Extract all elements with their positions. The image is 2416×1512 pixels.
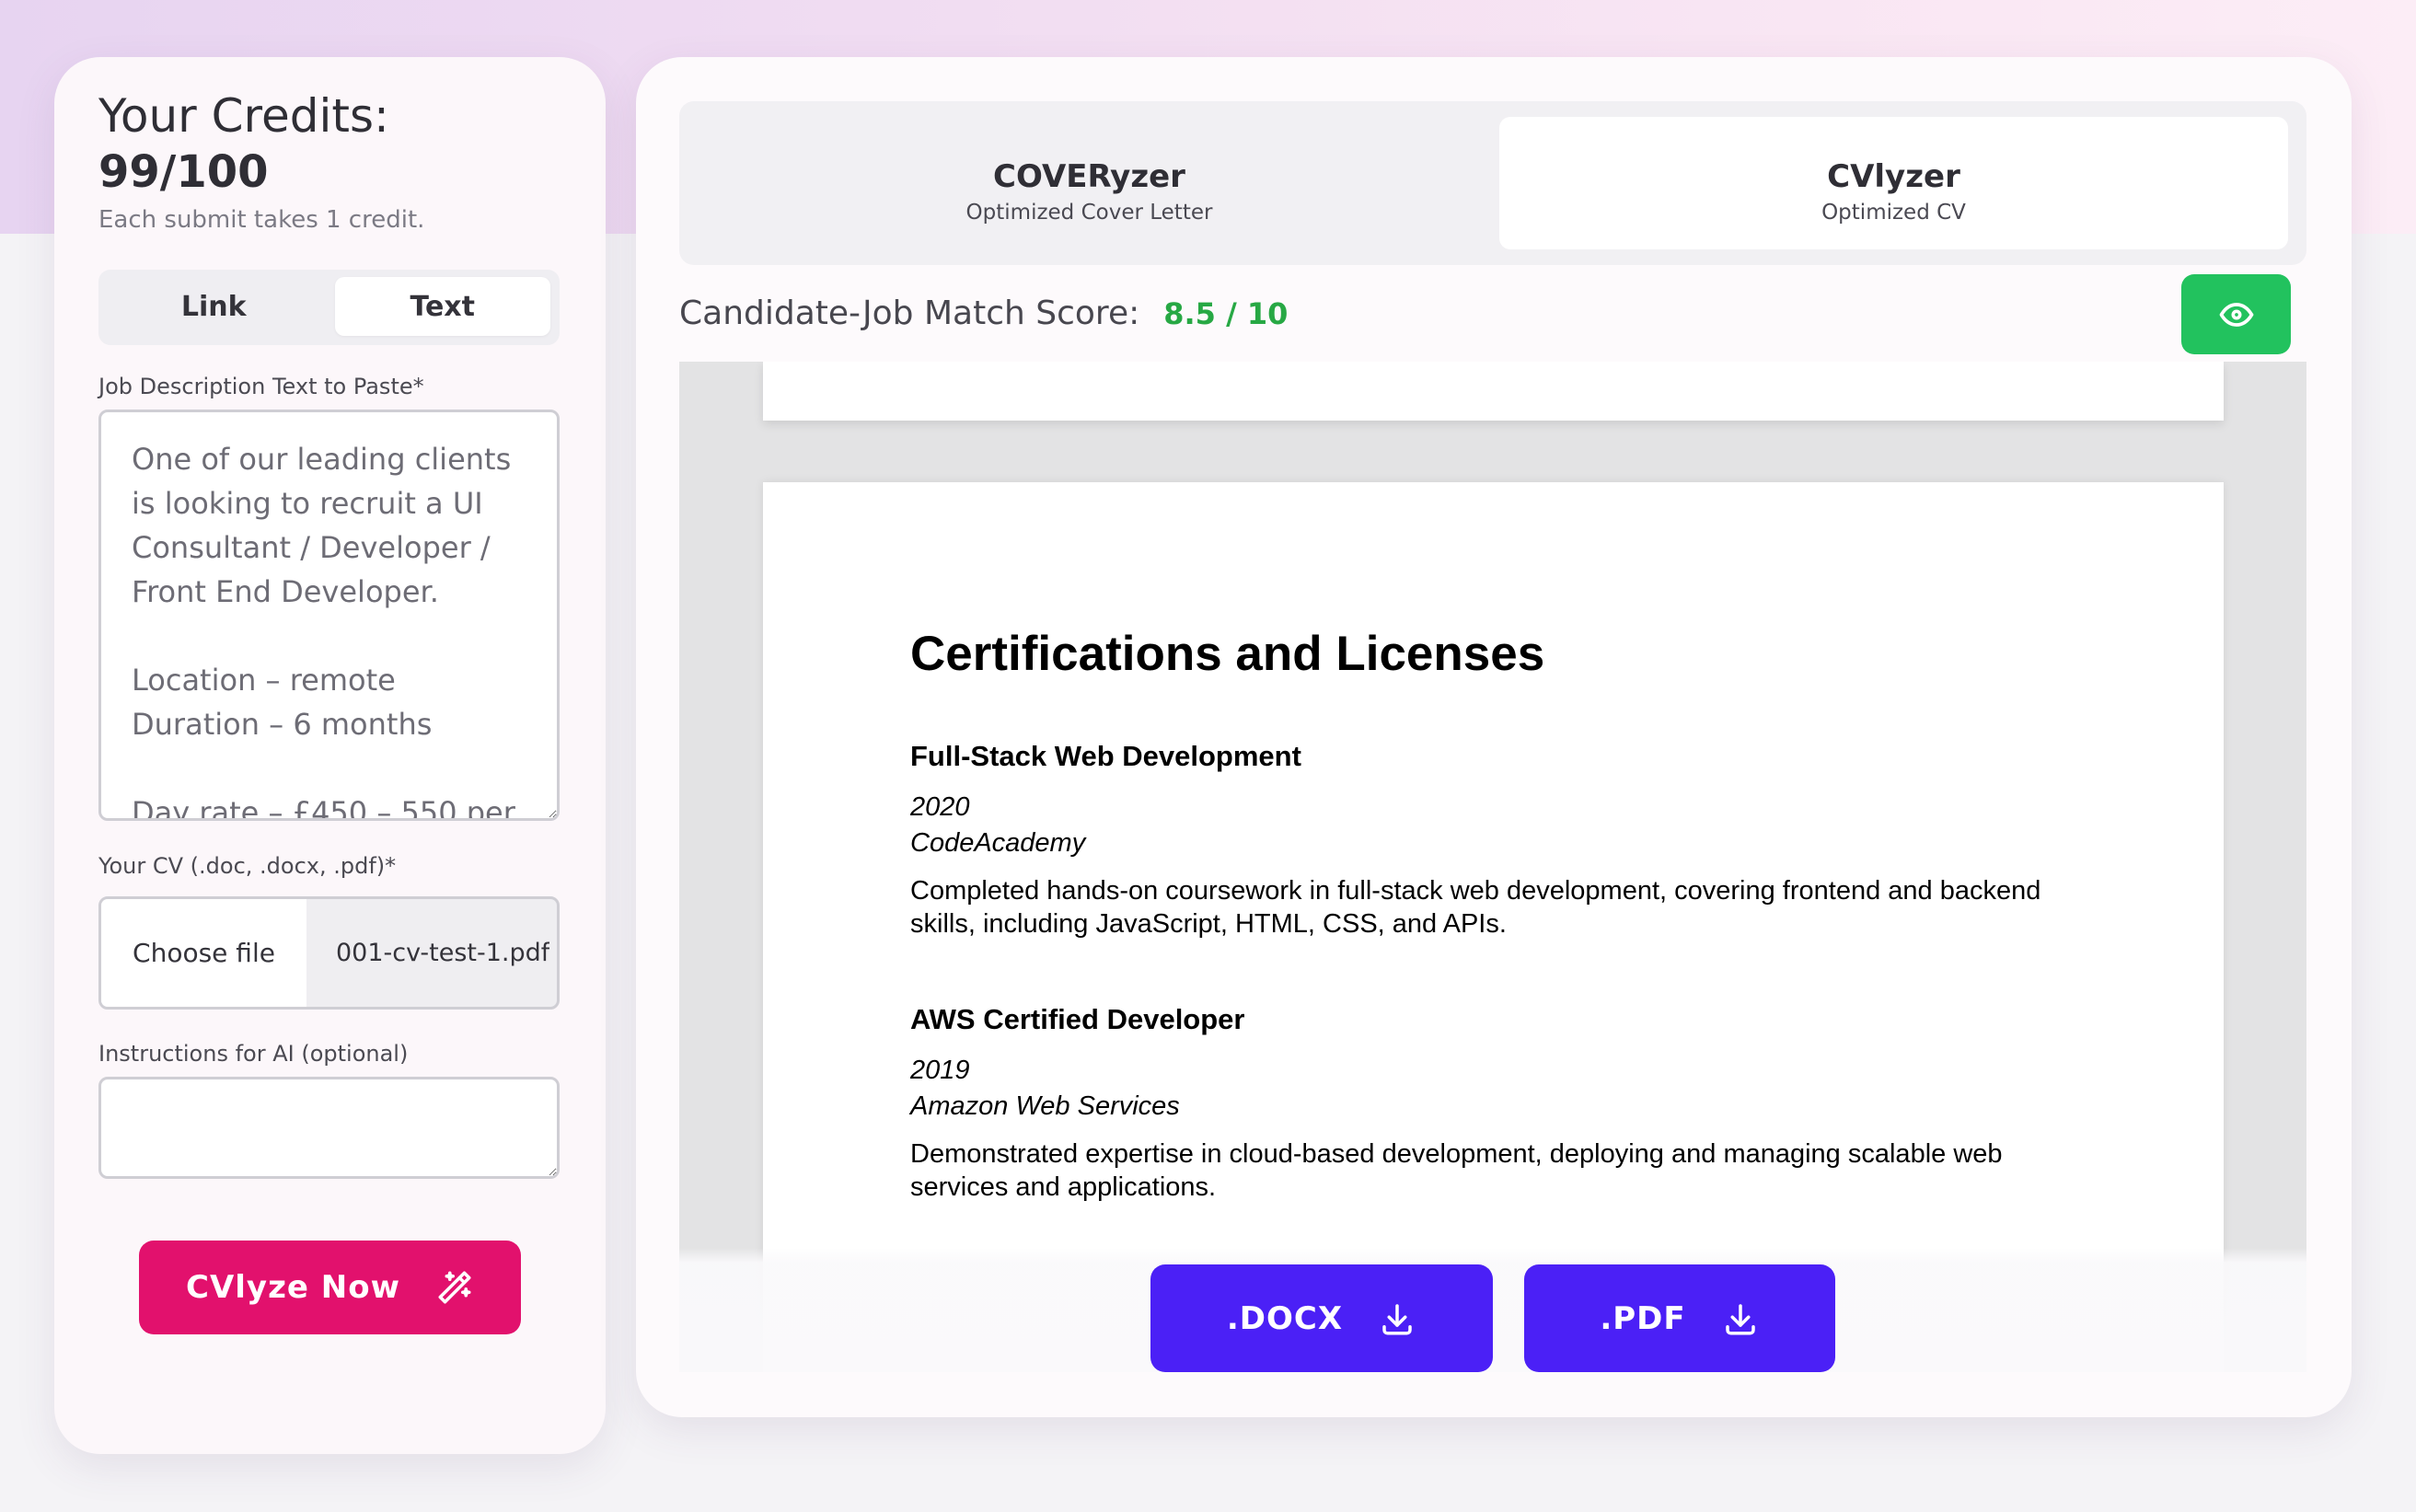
input-mode-toggle: Link Text	[98, 270, 560, 345]
section-heading: Certifications and Licenses	[910, 627, 1545, 681]
tab-cvlyzer-title: CVlyzer	[1827, 158, 1960, 195]
preview-toggle-button[interactable]	[2181, 274, 2291, 354]
cvlyze-now-label: CVlyze Now	[186, 1269, 400, 1306]
submission-panel: Your Credits: 99/100 Each submit takes 1…	[54, 57, 606, 1454]
tab-coveryzer-title: COVERyzer	[993, 158, 1185, 195]
magic-wand-icon	[438, 1271, 471, 1304]
certification-title: AWS Certified Developer	[910, 1003, 1245, 1035]
credits-value: 99/100	[98, 146, 269, 198]
eye-icon	[2219, 302, 2253, 327]
download-pdf-button[interactable]: .PDF	[1524, 1264, 1835, 1372]
tab-link[interactable]: Link	[106, 277, 322, 336]
download-bar-backdrop	[679, 1248, 2306, 1372]
product-tabs: COVERyzer Optimized Cover Letter CVlyzer…	[679, 101, 2306, 265]
credits-note: Each submit takes 1 credit.	[98, 206, 425, 234]
tab-coveryzer[interactable]: COVERyzer Optimized Cover Letter	[695, 117, 1484, 249]
results-panel: COVERyzer Optimized Cover Letter CVlyzer…	[636, 57, 2352, 1417]
certification-description: Completed hands-on coursework in full-st…	[910, 876, 2041, 939]
certification-year: 2020	[910, 792, 970, 822]
download-icon	[1725, 1303, 1755, 1334]
match-score-label: Candidate-Job Match Score:	[679, 294, 1140, 332]
cvlyze-now-button[interactable]: CVlyze Now	[139, 1241, 521, 1334]
certification-year: 2019	[910, 1056, 970, 1085]
ai-instructions-input[interactable]	[98, 1077, 560, 1179]
certification-issuer: Amazon Web Services	[910, 1091, 1180, 1121]
certification-issuer: CodeAcademy	[910, 828, 1086, 858]
certification-entry: AWS Certified Developer 2019 Amazon Web …	[910, 1002, 2098, 1204]
match-score-value: 8.5 / 10	[1163, 296, 1289, 331]
download-docx-label: .DOCX	[1226, 1299, 1344, 1337]
certification-description: Demonstrated expertise in cloud-based de…	[910, 1139, 2003, 1202]
certification-title: Full-Stack Web Development	[910, 740, 1301, 772]
download-pdf-label: .PDF	[1600, 1299, 1686, 1337]
ai-instructions-label: Instructions for AI (optional)	[98, 1041, 409, 1067]
download-icon	[1382, 1303, 1412, 1334]
cv-document-preview[interactable]: Certifications and Licenses Full-Stack W…	[679, 362, 2306, 1372]
match-score-row: Candidate-Job Match Score: 8.5 / 10	[679, 294, 1288, 334]
tab-text[interactable]: Text	[334, 277, 550, 336]
job-description-label: Job Description Text to Paste*	[98, 374, 424, 399]
credits-title: Your Credits:	[98, 89, 389, 143]
certification-entry: Full-Stack Web Development 2020 CodeAcad…	[910, 739, 2098, 941]
selected-file-name: 001-cv-test-1.pdf	[336, 939, 550, 967]
cv-upload-label: Your CV (.doc, .docx, .pdf)*	[98, 853, 397, 879]
document-page	[763, 362, 2224, 421]
choose-file-button[interactable]: Choose file	[101, 899, 306, 1007]
cv-file-input[interactable]: Choose file 001-cv-test-1.pdf	[98, 896, 560, 1010]
tab-coveryzer-subtitle: Optimized Cover Letter	[965, 201, 1213, 225]
tab-cvlyzer[interactable]: CVlyzer Optimized CV	[1499, 117, 2288, 249]
download-docx-button[interactable]: .DOCX	[1150, 1264, 1493, 1372]
job-description-input[interactable]: One of our leading clients is looking to…	[98, 410, 560, 821]
tab-cvlyzer-subtitle: Optimized CV	[1821, 201, 1966, 225]
document-page: Certifications and Licenses Full-Stack W…	[763, 482, 2224, 1372]
